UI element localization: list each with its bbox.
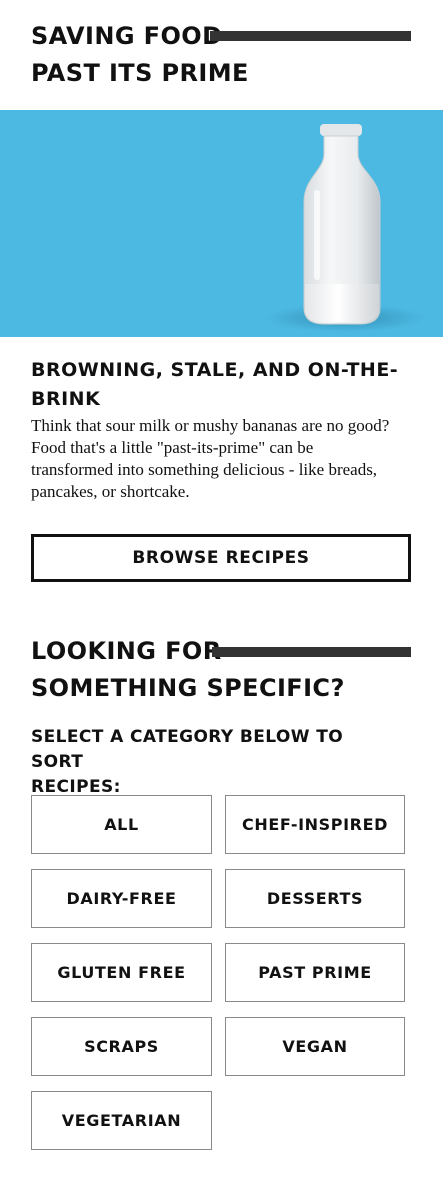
category-button-vegetarian[interactable]: VEGETARIAN — [31, 1091, 212, 1150]
article-description: Think that sour milk or mushy bananas ar… — [31, 415, 415, 503]
article-subtitle-line-1: BROWNING, STALE, AND ON-THE- — [31, 359, 399, 381]
category-button-scraps[interactable]: SCRAPS — [31, 1017, 212, 1076]
browse-recipes-button[interactable]: BROWSE RECIPES — [31, 534, 411, 582]
category-instructions-line-1: SELECT A CATEGORY BELOW TO SORT — [31, 727, 344, 772]
page-title-line-2: PAST ITS PRIME — [31, 59, 249, 87]
page-title: SAVING FOOD PAST ITS PRIME — [31, 18, 249, 92]
description-line: pancakes, or shortcake. — [31, 482, 190, 501]
hero-image — [0, 110, 443, 337]
title-rule — [212, 647, 411, 657]
section-title: LOOKING FOR SOMETHING SPECIFIC? — [31, 633, 345, 707]
milk-bottle-image — [265, 124, 425, 332]
category-button-past-prime[interactable]: PAST PRIME — [225, 943, 405, 1002]
description-line: Food that's a little "past-its-prime" ca… — [31, 438, 314, 457]
description-line: transformed into something delicious - l… — [31, 460, 378, 479]
section-title-line-2: SOMETHING SPECIFIC? — [31, 674, 345, 702]
article-subtitle: BROWNING, STALE, AND ON-THE- BRINK — [31, 356, 411, 414]
category-button-dairy-free[interactable]: DAIRY-FREE — [31, 869, 212, 928]
description-line: Think that sour milk or mushy bananas ar… — [31, 416, 390, 435]
category-button-desserts[interactable]: DESSERTS — [225, 869, 405, 928]
category-button-vegan[interactable]: VEGAN — [225, 1017, 405, 1076]
title-rule — [210, 31, 411, 41]
category-button-chef-inspired[interactable]: CHEF-INSPIRED — [225, 795, 405, 854]
category-instructions: SELECT A CATEGORY BELOW TO SORT RECIPES: — [31, 725, 401, 800]
category-button-gluten-free[interactable]: GLUTEN FREE — [31, 943, 212, 1002]
article-subtitle-line-2: BRINK — [31, 388, 101, 410]
category-button-all[interactable]: ALL — [31, 795, 212, 854]
